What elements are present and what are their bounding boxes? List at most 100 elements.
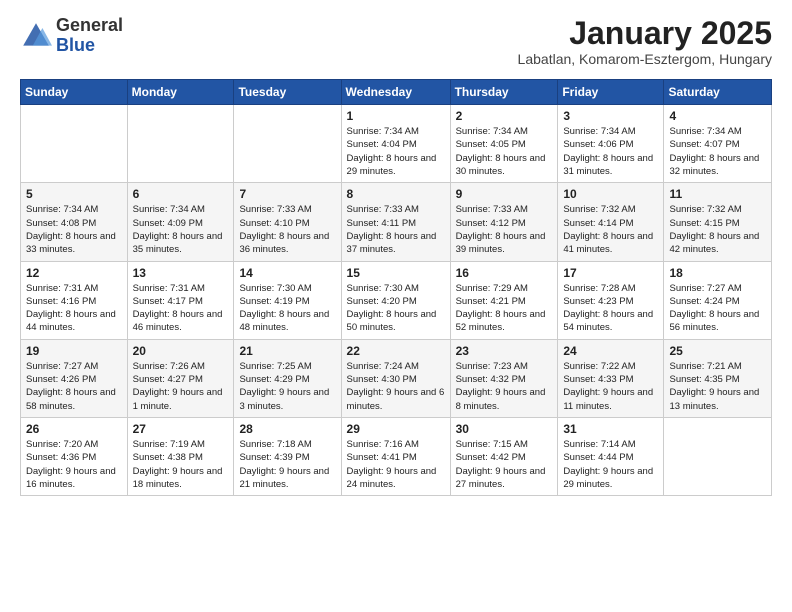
day-info: Sunrise: 7:33 AM Sunset: 4:12 PM Dayligh… (456, 203, 553, 256)
day-number: 13 (133, 266, 229, 280)
day-number: 30 (456, 422, 553, 436)
empty-day-cell (234, 105, 341, 183)
day-info: Sunrise: 7:31 AM Sunset: 4:17 PM Dayligh… (133, 282, 229, 335)
day-number: 3 (563, 109, 658, 123)
day-info: Sunrise: 7:33 AM Sunset: 4:10 PM Dayligh… (239, 203, 335, 256)
day-number: 26 (26, 422, 122, 436)
day-info: Sunrise: 7:34 AM Sunset: 4:09 PM Dayligh… (133, 203, 229, 256)
day-number: 15 (347, 266, 445, 280)
day-number: 7 (239, 187, 335, 201)
logo-icon (20, 20, 52, 52)
day-number: 22 (347, 344, 445, 358)
day-number: 17 (563, 266, 658, 280)
day-number: 27 (133, 422, 229, 436)
day-number: 31 (563, 422, 658, 436)
calendar-day-cell: 25 Sunrise: 7:21 AM Sunset: 4:35 PM Dayli… (664, 339, 772, 417)
day-number: 1 (347, 109, 445, 123)
calendar-day-cell: 31 Sunrise: 7:14 AM Sunset: 4:44 PM Dayli… (558, 417, 664, 495)
calendar-day-cell: 22 Sunrise: 7:24 AM Sunset: 4:30 PM Dayli… (341, 339, 450, 417)
day-info: Sunrise: 7:14 AM Sunset: 4:44 PM Dayligh… (563, 438, 658, 491)
calendar-day-cell: 15 Sunrise: 7:30 AM Sunset: 4:20 PM Dayli… (341, 261, 450, 339)
calendar-day-cell: 17 Sunrise: 7:28 AM Sunset: 4:23 PM Dayli… (558, 261, 664, 339)
day-info: Sunrise: 7:33 AM Sunset: 4:11 PM Dayligh… (347, 203, 445, 256)
day-info: Sunrise: 7:29 AM Sunset: 4:21 PM Dayligh… (456, 282, 553, 335)
logo-text: General Blue (56, 16, 123, 56)
day-info: Sunrise: 7:34 AM Sunset: 4:07 PM Dayligh… (669, 125, 766, 178)
calendar-week-row: 19 Sunrise: 7:27 AM Sunset: 4:26 PM Dayli… (21, 339, 772, 417)
day-number: 5 (26, 187, 122, 201)
day-number: 10 (563, 187, 658, 201)
day-number: 24 (563, 344, 658, 358)
day-info: Sunrise: 7:22 AM Sunset: 4:33 PM Dayligh… (563, 360, 658, 413)
day-info: Sunrise: 7:27 AM Sunset: 4:26 PM Dayligh… (26, 360, 122, 413)
calendar-day-cell: 1Sunrise: 7:34 AM Sunset: 4:04 PM Daylig… (341, 105, 450, 183)
day-of-week-header: Sunday (21, 80, 128, 105)
day-info: Sunrise: 7:21 AM Sunset: 4:35 PM Dayligh… (669, 360, 766, 413)
calendar-day-cell: 30Sunrise: 7:15 AM Sunset: 4:42 PM Dayli… (450, 417, 558, 495)
calendar-day-cell: 12 Sunrise: 7:31 AM Sunset: 4:16 PM Dayli… (21, 261, 128, 339)
calendar-day-cell: 16Sunrise: 7:29 AM Sunset: 4:21 PM Dayli… (450, 261, 558, 339)
calendar-day-cell: 29 Sunrise: 7:16 AM Sunset: 4:41 PM Dayli… (341, 417, 450, 495)
calendar-day-cell: 11Sunrise: 7:32 AM Sunset: 4:15 PM Dayli… (664, 183, 772, 261)
calendar-day-cell: 5Sunrise: 7:34 AM Sunset: 4:08 PM Daylig… (21, 183, 128, 261)
location-subtitle: Labatlan, Komarom-Esztergom, Hungary (518, 51, 772, 67)
calendar-week-row: 26 Sunrise: 7:20 AM Sunset: 4:36 PM Dayli… (21, 417, 772, 495)
day-of-week-header: Friday (558, 80, 664, 105)
calendar-day-cell: 26 Sunrise: 7:20 AM Sunset: 4:36 PM Dayli… (21, 417, 128, 495)
calendar-header-row: SundayMondayTuesdayWednesdayThursdayFrid… (21, 80, 772, 105)
day-info: Sunrise: 7:30 AM Sunset: 4:19 PM Dayligh… (239, 282, 335, 335)
day-info: Sunrise: 7:34 AM Sunset: 4:05 PM Dayligh… (456, 125, 553, 178)
empty-day-cell (21, 105, 128, 183)
calendar-week-row: 12 Sunrise: 7:31 AM Sunset: 4:16 PM Dayli… (21, 261, 772, 339)
day-number: 21 (239, 344, 335, 358)
calendar-day-cell: 28 Sunrise: 7:18 AM Sunset: 4:39 PM Dayli… (234, 417, 341, 495)
day-number: 23 (456, 344, 553, 358)
day-info: Sunrise: 7:31 AM Sunset: 4:16 PM Dayligh… (26, 282, 122, 335)
day-number: 18 (669, 266, 766, 280)
calendar-week-row: 1Sunrise: 7:34 AM Sunset: 4:04 PM Daylig… (21, 105, 772, 183)
calendar-week-row: 5Sunrise: 7:34 AM Sunset: 4:08 PM Daylig… (21, 183, 772, 261)
calendar-day-cell: 6Sunrise: 7:34 AM Sunset: 4:09 PM Daylig… (127, 183, 234, 261)
calendar-day-cell: 4Sunrise: 7:34 AM Sunset: 4:07 PM Daylig… (664, 105, 772, 183)
day-of-week-header: Wednesday (341, 80, 450, 105)
title-block: January 2025 Labatlan, Komarom-Esztergom… (518, 16, 772, 67)
day-info: Sunrise: 7:23 AM Sunset: 4:32 PM Dayligh… (456, 360, 553, 413)
day-number: 25 (669, 344, 766, 358)
day-info: Sunrise: 7:32 AM Sunset: 4:15 PM Dayligh… (669, 203, 766, 256)
day-number: 19 (26, 344, 122, 358)
day-info: Sunrise: 7:24 AM Sunset: 4:30 PM Dayligh… (347, 360, 445, 413)
calendar-day-cell: 27 Sunrise: 7:19 AM Sunset: 4:38 PM Dayli… (127, 417, 234, 495)
day-info: Sunrise: 7:18 AM Sunset: 4:39 PM Dayligh… (239, 438, 335, 491)
logo-general-label: General (56, 16, 123, 36)
day-of-week-header: Tuesday (234, 80, 341, 105)
calendar-day-cell: 8Sunrise: 7:33 AM Sunset: 4:11 PM Daylig… (341, 183, 450, 261)
day-of-week-header: Thursday (450, 80, 558, 105)
calendar-day-cell: 21Sunrise: 7:25 AM Sunset: 4:29 PM Dayli… (234, 339, 341, 417)
day-number: 28 (239, 422, 335, 436)
day-info: Sunrise: 7:32 AM Sunset: 4:14 PM Dayligh… (563, 203, 658, 256)
header: General Blue January 2025 Labatlan, Koma… (20, 16, 772, 67)
day-of-week-header: Monday (127, 80, 234, 105)
day-number: 2 (456, 109, 553, 123)
day-info: Sunrise: 7:28 AM Sunset: 4:23 PM Dayligh… (563, 282, 658, 335)
day-info: Sunrise: 7:34 AM Sunset: 4:06 PM Dayligh… (563, 125, 658, 178)
day-number: 20 (133, 344, 229, 358)
calendar-day-cell: 7 Sunrise: 7:33 AM Sunset: 4:10 PM Daylig… (234, 183, 341, 261)
day-info: Sunrise: 7:30 AM Sunset: 4:20 PM Dayligh… (347, 282, 445, 335)
calendar-page: General Blue January 2025 Labatlan, Koma… (0, 0, 792, 512)
day-info: Sunrise: 7:27 AM Sunset: 4:24 PM Dayligh… (669, 282, 766, 335)
calendar-day-cell: 10 Sunrise: 7:32 AM Sunset: 4:14 PM Dayli… (558, 183, 664, 261)
day-of-week-header: Saturday (664, 80, 772, 105)
day-info: Sunrise: 7:20 AM Sunset: 4:36 PM Dayligh… (26, 438, 122, 491)
calendar-day-cell: 14 Sunrise: 7:30 AM Sunset: 4:19 PM Dayli… (234, 261, 341, 339)
calendar-day-cell: 20 Sunrise: 7:26 AM Sunset: 4:27 PM Dayli… (127, 339, 234, 417)
calendar-table: SundayMondayTuesdayWednesdayThursdayFrid… (20, 79, 772, 496)
day-number: 12 (26, 266, 122, 280)
day-number: 14 (239, 266, 335, 280)
day-info: Sunrise: 7:16 AM Sunset: 4:41 PM Dayligh… (347, 438, 445, 491)
calendar-day-cell: 23 Sunrise: 7:23 AM Sunset: 4:32 PM Dayli… (450, 339, 558, 417)
calendar-day-cell: 3 Sunrise: 7:34 AM Sunset: 4:06 PM Daylig… (558, 105, 664, 183)
day-number: 29 (347, 422, 445, 436)
day-info: Sunrise: 7:26 AM Sunset: 4:27 PM Dayligh… (133, 360, 229, 413)
day-info: Sunrise: 7:19 AM Sunset: 4:38 PM Dayligh… (133, 438, 229, 491)
